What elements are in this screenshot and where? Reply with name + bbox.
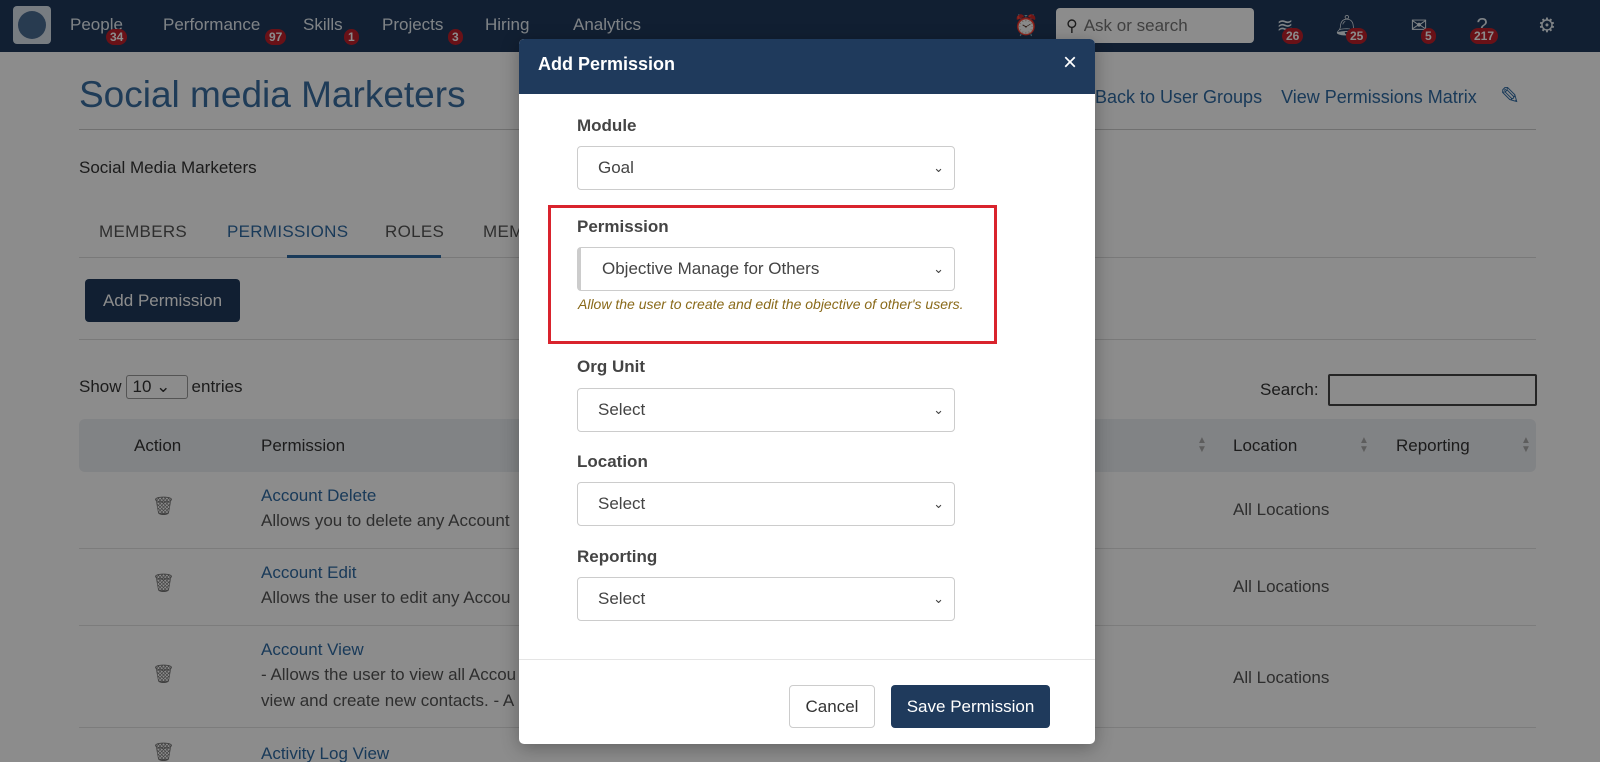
chevron-down-icon: ⌄ — [933, 261, 944, 276]
chevron-down-icon: ⌄ — [933, 496, 944, 511]
divider — [519, 659, 1095, 660]
modal-header: Add Permission × — [519, 39, 1095, 94]
module-label: Module — [577, 116, 637, 135]
reporting-label: Reporting — [577, 547, 658, 566]
permission-select[interactable]: Objective Manage for Others ⌄ — [577, 247, 955, 291]
save-permission-button[interactable]: Save Permission — [891, 685, 1050, 728]
permission-help-text: Allow the user to create and edit the ob… — [578, 296, 964, 312]
cancel-button[interactable]: Cancel — [789, 685, 875, 728]
add-permission-modal: Add Permission × Module Goal ⌄ Permissio… — [519, 39, 1095, 744]
reporting-select[interactable]: Select ⌄ — [577, 577, 955, 621]
chevron-down-icon: ⌄ — [933, 591, 944, 606]
chevron-down-icon: ⌄ — [933, 402, 944, 417]
module-select[interactable]: Goal ⌄ — [577, 146, 955, 190]
org-unit-select[interactable]: Select ⌄ — [577, 388, 955, 432]
org-unit-label: Org Unit — [577, 357, 645, 376]
chevron-down-icon: ⌄ — [933, 160, 944, 175]
location-label: Location — [577, 452, 648, 471]
close-icon[interactable]: × — [1063, 49, 1077, 77]
location-select[interactable]: Select ⌄ — [577, 482, 955, 526]
permission-label: Permission — [577, 217, 669, 236]
modal-title: Add Permission — [538, 54, 676, 74]
